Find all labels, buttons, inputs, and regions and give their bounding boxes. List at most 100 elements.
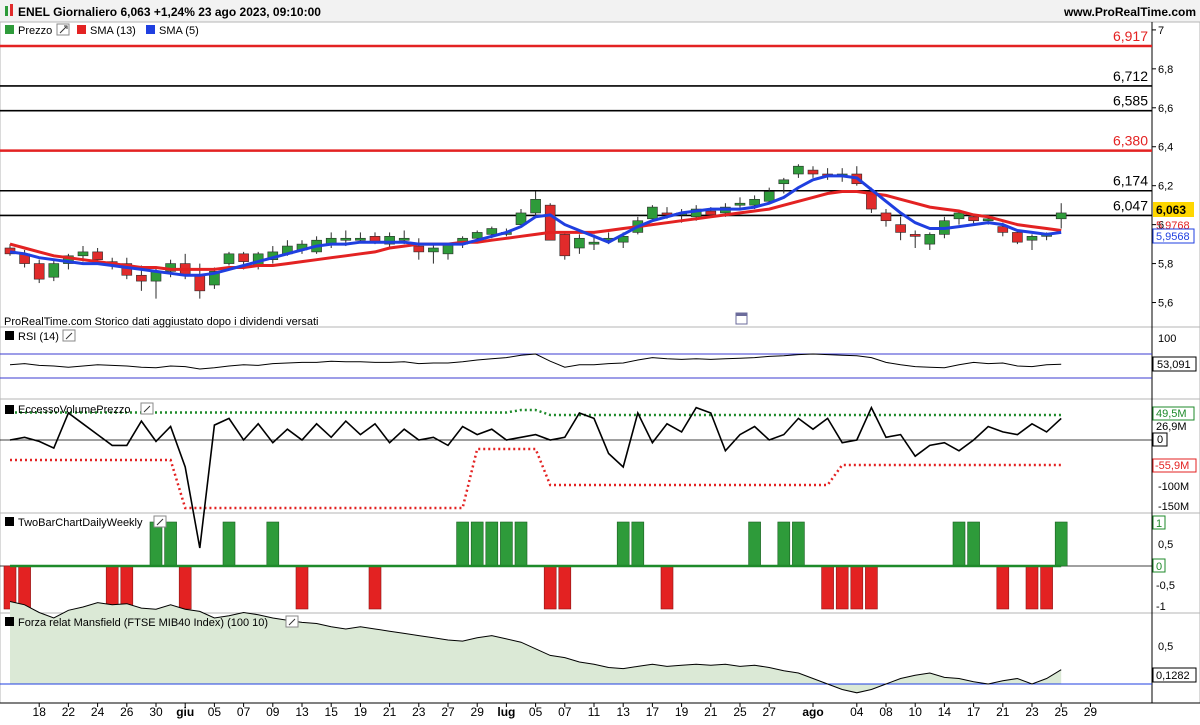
twobar-bar-down [105, 565, 119, 610]
price-badge-label: 6,063 [1156, 203, 1186, 217]
x-tick-12: 21 [383, 705, 397, 719]
x-tick-15: 29 [471, 705, 485, 719]
vol-tick-100m: -100M [1158, 481, 1189, 493]
candle-body [48, 263, 60, 278]
candle [544, 203, 556, 241]
x-tick-9: 13 [295, 705, 309, 719]
prezzo-swatch [5, 25, 14, 34]
price-tick-7: 5,6 [1158, 298, 1173, 310]
twobar-bar-up [222, 521, 236, 567]
wrench-icon[interactable] [140, 402, 154, 415]
x-tick-35: 29 [1084, 705, 1098, 719]
panel-frame-1 [0, 326, 1200, 400]
twobar-title: TwoBarChartDailyWeekly [18, 517, 143, 529]
twobar-bar-up [164, 521, 177, 567]
candle [223, 251, 235, 266]
wrench-icon[interactable] [153, 515, 167, 528]
twobar-bar-down [368, 565, 382, 610]
candle-body [778, 179, 790, 185]
twobar-bar-down [18, 565, 31, 610]
twobar-bar-down [543, 565, 557, 610]
twobar-bar-up [500, 521, 513, 567]
x-tick-4: 30 [149, 705, 163, 719]
candle-body [223, 253, 235, 264]
price-tick-0: 7 [1158, 25, 1164, 37]
x-tick-29: 10 [909, 705, 923, 719]
x-tick-13: 23 [412, 705, 426, 719]
price-legend: Prezzo SMA (13) SMA (5) [5, 23, 199, 37]
twobar-tick-0: 0 [1156, 561, 1162, 573]
x-tick-24: 25 [733, 705, 747, 719]
candle-body [486, 228, 498, 235]
twobar-bar-up [952, 521, 966, 567]
twobar-bar-up [631, 521, 645, 567]
site-link[interactable]: www.ProRealTime.com [1063, 5, 1196, 19]
x-tick-20: 13 [617, 705, 631, 719]
volume-title: EccessoVolumePrezzo [18, 404, 131, 416]
x-tick-7: 07 [237, 705, 251, 719]
x-tick-2: 24 [91, 705, 105, 719]
twobar-bar-down [178, 565, 192, 610]
x-tick-11: 19 [354, 705, 368, 719]
candle-body [428, 247, 439, 253]
wrench-icon[interactable] [56, 23, 70, 36]
wrench-icon[interactable] [62, 329, 76, 342]
date-axis: 18 22 24 26 30 giu 05 07 09 13 15 19 21 23 27 29 lug 05 07… [33, 703, 1098, 719]
x-tick-0: 18 [33, 705, 47, 719]
mansfield-value-label: 0,1282 [1156, 670, 1190, 682]
twobar-bar-down [1040, 565, 1053, 610]
twobar-bar-up [616, 521, 630, 567]
x-tick-33: 23 [1025, 705, 1039, 719]
x-tick-8: 09 [266, 705, 280, 719]
wrench-icon[interactable] [285, 615, 299, 628]
candle-body [530, 199, 541, 214]
twobar-bar-down [120, 565, 134, 610]
twobar-tick-05: 0,5 [1158, 539, 1173, 551]
x-tick-18: 07 [558, 705, 572, 719]
candle-body [355, 237, 366, 241]
candle-body [92, 251, 103, 260]
twobar-bar-up [456, 521, 469, 567]
price-tick-3: 6,4 [1158, 142, 1173, 154]
twobar-tick-1: 1 [1156, 518, 1162, 530]
x-tick-32: 21 [996, 705, 1010, 719]
candle-body [1055, 212, 1067, 220]
twobar-bar-down [660, 565, 674, 610]
candle-body [705, 210, 717, 216]
x-tick-34: 25 [1055, 705, 1069, 719]
x-tick-21: 17 [646, 705, 660, 719]
candle-body [544, 204, 556, 241]
twobar-bar-down [821, 565, 834, 610]
candle-body [574, 237, 585, 249]
candle-body [340, 237, 352, 241]
vol-lower-label: -55,9M [1155, 460, 1189, 472]
trading-chart[interactable]: ENEL Giornaliero 6,063 +1,24% 23 ago 202… [0, 0, 1200, 720]
level-label-1: 6,712 [1113, 68, 1148, 84]
x-tick-25: 27 [763, 705, 777, 719]
x-tick-17: 05 [529, 705, 543, 719]
twobar-tick-m05: -0,5 [1156, 580, 1175, 592]
vol-zero-label: 0 [1157, 434, 1163, 446]
twobar-bar-down [1025, 565, 1039, 610]
twobar-bar-down [835, 565, 849, 610]
candle-body [1026, 236, 1038, 241]
twobar-tick-m1: -1 [1156, 601, 1166, 613]
sma5-badge-label: 5,9568 [1156, 231, 1190, 243]
vol-upper-label: 49,5M [1156, 408, 1187, 420]
mansfield-tick-05: 0,5 [1158, 641, 1173, 653]
candle-body [413, 245, 425, 253]
price-tick-6: 5,8 [1158, 259, 1173, 271]
candle-body [398, 237, 410, 241]
vol-line-label: 26,9M [1156, 421, 1187, 433]
candle-body [647, 206, 658, 220]
rsi-swatch [5, 331, 14, 340]
sma5-swatch [146, 25, 155, 34]
candle [559, 232, 571, 260]
twobar-bar-up [777, 521, 791, 567]
twobar-bar-down [865, 565, 878, 610]
twobar-swatch [5, 517, 14, 526]
candle-body [895, 224, 906, 233]
level-label-5: 6,047 [1113, 197, 1148, 213]
x-tick-23: 21 [704, 705, 718, 719]
calendar-icon[interactable] [735, 312, 748, 325]
